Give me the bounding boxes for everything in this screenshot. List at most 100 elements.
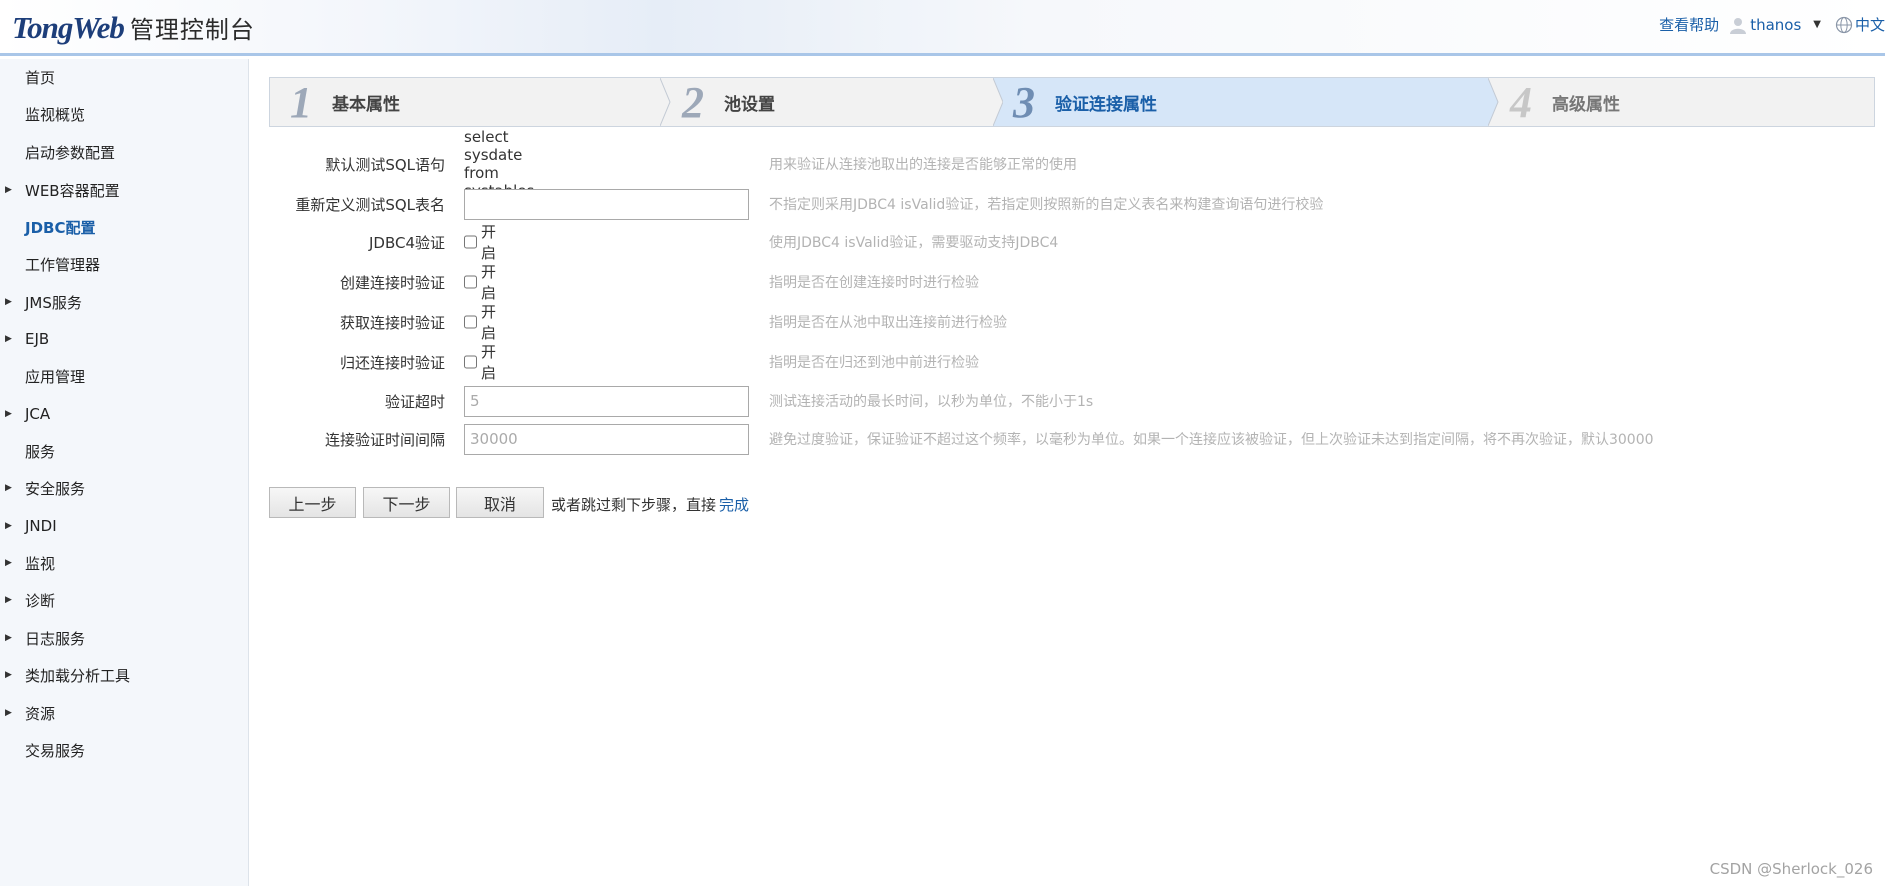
sidebar-item-label: JCA xyxy=(25,405,51,423)
validate-on-create-checkbox[interactable] xyxy=(464,275,477,289)
sidebar-item-label: 交易服务 xyxy=(25,741,86,760)
field-help: 使用JDBC4 isValid验证，需要驱动支持JDBC4 xyxy=(769,235,1059,251)
field-help: 不指定则采用JDBC4 isValid验证，若指定则按照新的自定义表名来构建查询… xyxy=(769,197,1324,213)
caret-right-icon: ▶ xyxy=(5,483,12,493)
sidebar-item-label: 首页 xyxy=(25,68,56,87)
sidebar-item-label: 服务 xyxy=(25,442,56,461)
language-switch[interactable]: 中文 xyxy=(1855,14,1885,35)
checkbox-label: 开启 xyxy=(481,343,497,382)
wizard-step-1: 1 基本属性 xyxy=(270,78,660,126)
validate-timeout-input[interactable] xyxy=(464,385,749,417)
field-help: 指明是否在归还到池中前进行检验 xyxy=(769,355,979,371)
sidebar-item-label: 监视概览 xyxy=(25,105,86,124)
checkbox-label: 开启 xyxy=(481,263,497,302)
field-label: JDBC4验证 xyxy=(368,233,445,252)
field-label: 重新定义测试SQL表名 xyxy=(295,195,445,214)
user-menu[interactable]: thanos xyxy=(1750,16,1801,34)
caret-right-icon: ▶ xyxy=(5,708,12,718)
validate-on-return-checkbox[interactable] xyxy=(464,355,477,369)
validate-on-return-toggle[interactable]: 开启 xyxy=(464,341,497,383)
logo-text: TongWeb xyxy=(12,10,125,45)
cancel-button[interactable]: 取消 xyxy=(456,487,544,518)
sidebar-item-jdbc[interactable]: JDBC配置 xyxy=(0,212,248,242)
sidebar-item-label: 类加载分析工具 xyxy=(25,666,131,685)
caret-right-icon: ▶ xyxy=(5,633,12,643)
sidebar-item-label: JDBC配置 xyxy=(25,218,96,237)
validate-on-get-toggle[interactable]: 开启 xyxy=(464,301,497,343)
step-number: 2 xyxy=(682,77,704,127)
sidebar-item-startup-params[interactable]: 启动参数配置 xyxy=(0,137,248,167)
prev-step-button[interactable]: 上一步 xyxy=(269,487,356,518)
sidebar-item-work-manager[interactable]: 工作管理器 xyxy=(0,249,248,279)
redefine-table-input[interactable] xyxy=(464,188,749,220)
header-toolbar: 查看帮助 thanos ▼ 中文 xyxy=(1659,14,1885,35)
field-help: 测试连接活动的最长时间，以秒为单位，不能小于1s xyxy=(769,394,1094,410)
sidebar-item-monitor[interactable]: ▶ 监视 xyxy=(0,548,248,578)
sidebar-item-services[interactable]: 服务 xyxy=(0,436,248,466)
caret-right-icon: ▶ xyxy=(5,297,12,307)
chevron-down-icon[interactable]: ▼ xyxy=(1813,19,1821,30)
sidebar-item-label: 资源 xyxy=(25,704,56,723)
step-label: 高级属性 xyxy=(1552,94,1620,115)
tongweb-logo: TongWeb 管理控制台 xyxy=(12,10,255,45)
caret-right-icon: ▶ xyxy=(5,521,12,531)
skip-steps-text: 或者跳过剩下步骤，直接 xyxy=(551,496,717,514)
step-label: 池设置 xyxy=(724,94,775,115)
field-help: 指明是否在从池中取出连接前进行检验 xyxy=(769,315,1007,331)
help-link[interactable]: 查看帮助 xyxy=(1659,14,1719,35)
sidebar-item-monitor-overview[interactable]: 监视概览 xyxy=(0,99,248,129)
sidebar-item-label: 安全服务 xyxy=(25,479,86,498)
user-icon xyxy=(1730,17,1747,34)
field-label: 创建连接时验证 xyxy=(339,273,445,292)
sidebar-item-log-service[interactable]: ▶ 日志服务 xyxy=(0,623,248,653)
wizard-step-4: 4 高级属性 xyxy=(1498,78,1874,126)
field-label: 连接验证时间间隔 xyxy=(324,430,445,449)
globe-icon xyxy=(1835,16,1853,33)
wizard-step-2: 2 池设置 xyxy=(670,78,1003,126)
validate-on-get-checkbox[interactable] xyxy=(464,315,477,329)
checkbox-label: 开启 xyxy=(481,303,497,342)
caret-right-icon: ▶ xyxy=(5,185,12,195)
sidebar-item-home[interactable]: 首页 xyxy=(0,62,248,92)
caret-right-icon: ▶ xyxy=(5,409,12,419)
jdbc4-validate-toggle[interactable]: 开启 xyxy=(464,221,497,263)
sidebar-item-jndi[interactable]: ▶ JNDI xyxy=(0,511,248,541)
step-label: 验证连接属性 xyxy=(1055,94,1157,115)
sidebar-item-app-management[interactable]: 应用管理 xyxy=(0,361,248,391)
field-help: 避免过度验证，保证验证不超过这个频率，以毫秒为单位。如果一个连接应该被验证，但上… xyxy=(769,432,1654,448)
sidebar-item-transaction[interactable]: 交易服务 xyxy=(0,735,248,765)
sidebar-item-label: JNDI xyxy=(25,517,57,535)
sidebar-item-label: WEB容器配置 xyxy=(25,181,120,200)
field-label: 验证超时 xyxy=(384,392,445,411)
validate-interval-input[interactable] xyxy=(464,423,749,455)
sidebar-item-ejb[interactable]: ▶ EJB xyxy=(0,324,248,354)
caret-right-icon: ▶ xyxy=(5,595,12,605)
step-label: 基本属性 xyxy=(332,94,400,115)
sidebar-item-classloader-tool[interactable]: ▶ 类加载分析工具 xyxy=(0,660,248,690)
sidebar-item-resources[interactable]: ▶ 资源 xyxy=(0,698,248,728)
step-number: 4 xyxy=(1510,77,1532,127)
step-number: 1 xyxy=(290,77,312,127)
sidebar-item-web-container[interactable]: ▶ WEB容器配置 xyxy=(0,175,248,205)
sidebar-item-diagnostics[interactable]: ▶ 诊断 xyxy=(0,585,248,615)
watermark: CSDN @Sherlock_026 xyxy=(1709,860,1873,878)
caret-right-icon: ▶ xyxy=(5,670,12,680)
caret-right-icon: ▶ xyxy=(5,558,12,568)
sidebar-item-jca[interactable]: ▶ JCA xyxy=(0,399,248,429)
field-label: 默认测试SQL语句 xyxy=(325,155,445,174)
sidebar-item-label: 应用管理 xyxy=(25,367,86,386)
sidebar-item-security[interactable]: ▶ 安全服务 xyxy=(0,473,248,503)
finish-link[interactable]: 完成 xyxy=(719,494,749,515)
field-label: 获取连接时验证 xyxy=(339,313,445,332)
sidebar-item-jms[interactable]: ▶ JMS服务 xyxy=(0,287,248,317)
sidebar-item-label: EJB xyxy=(25,330,50,348)
field-help: 用来验证从连接池取出的连接是否能够正常的使用 xyxy=(769,157,1077,173)
top-header: TongWeb 管理控制台 查看帮助 thanos ▼ 中文 xyxy=(0,0,1885,56)
step-number: 3 xyxy=(1013,77,1035,127)
field-label: 归还连接时验证 xyxy=(339,353,445,372)
wizard-step-3: 3 验证连接属性 xyxy=(1003,78,1488,126)
jdbc4-validate-checkbox[interactable] xyxy=(464,235,477,249)
next-step-button[interactable]: 下一步 xyxy=(363,487,450,518)
checkbox-label: 开启 xyxy=(481,223,497,262)
validate-on-create-toggle[interactable]: 开启 xyxy=(464,261,497,303)
